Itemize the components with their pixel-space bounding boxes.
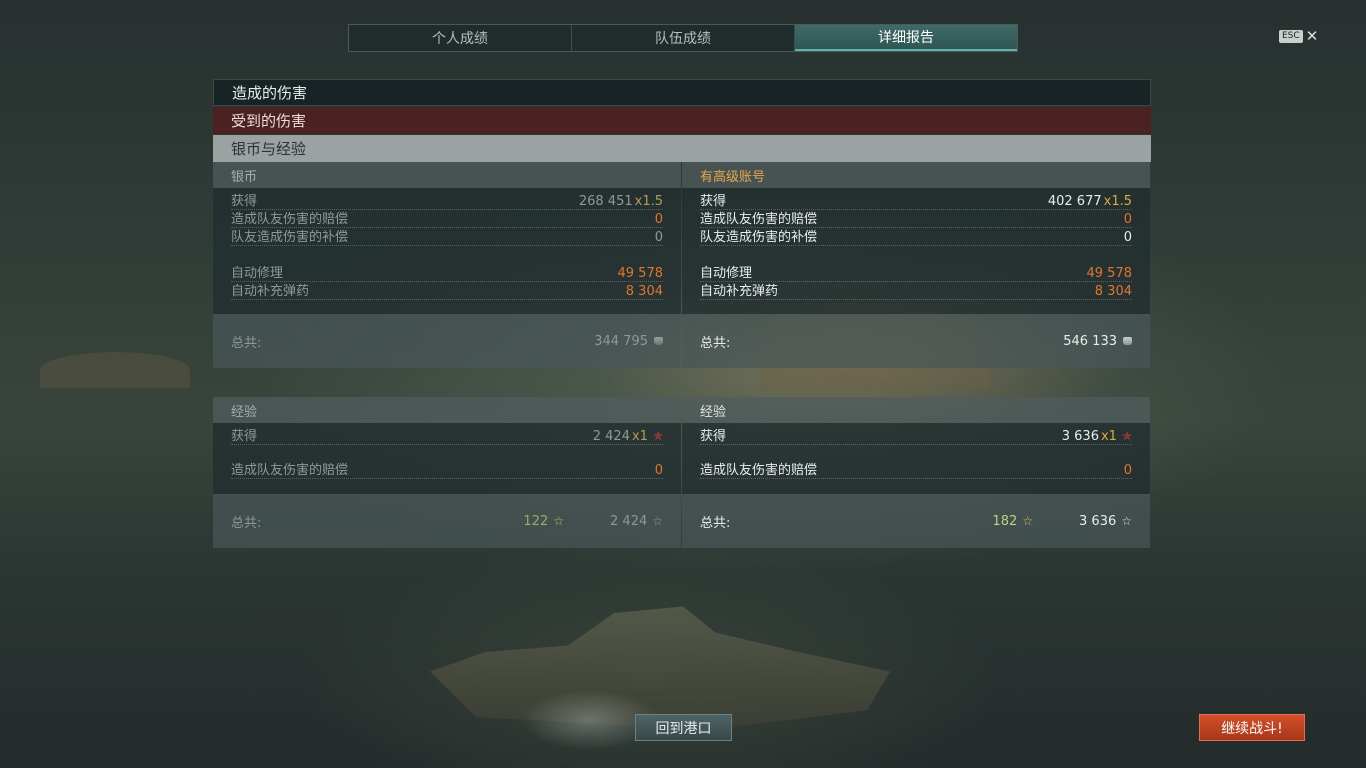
- close-button[interactable]: ESC ✕: [1279, 29, 1318, 44]
- panel-title: 经验: [682, 397, 1150, 423]
- return-to-port-button[interactable]: 回到港口: [635, 714, 732, 741]
- row-value: 3 636 x1 ✯: [1062, 429, 1132, 444]
- team-damage-penalty-row: 造成队友伤害的赔偿 0: [231, 459, 663, 479]
- earned-value: 2 424: [592, 429, 630, 444]
- total-xp-value: 2 424 ☆: [610, 514, 663, 529]
- row-label: 造成队友伤害的赔偿: [231, 463, 349, 478]
- row-label: 自动修理: [700, 266, 753, 281]
- row-value: 2 424 x1 ✯: [593, 429, 663, 444]
- earned-value: 402 677: [1047, 194, 1102, 209]
- panel-body: 获得 268 451 x1.5 造成队友伤害的赔偿 0 队友造成伤害的补偿 0 自…: [213, 188, 681, 314]
- row-label: 造成队友伤害的赔偿: [700, 463, 818, 478]
- xp-bonus-star-icon: ✯: [652, 429, 663, 443]
- row-value: 8 304: [625, 284, 663, 299]
- row-label: 获得: [231, 429, 258, 444]
- credits-standard-panel: 银币 获得 268 451 x1.5 造成队友伤害的赔偿 0 队友造成伤害的补偿 …: [213, 162, 681, 368]
- xp-total-row: 总共: 122 ☆ 2 424 ☆: [213, 494, 681, 548]
- free-xp-number: 182: [992, 513, 1018, 529]
- tab-team-results[interactable]: 队伍成绩: [572, 25, 795, 51]
- continue-battle-button[interactable]: 继续战斗!: [1199, 714, 1305, 741]
- row-label: 获得: [700, 429, 727, 444]
- panel-title: 有高级账号: [682, 162, 1150, 188]
- free-xp-star-icon: ☆: [553, 514, 565, 528]
- total-label: 总共:: [231, 335, 262, 351]
- row-value: 49 578: [617, 266, 664, 281]
- row-value: 8 304: [1094, 284, 1132, 299]
- row-value: 0: [654, 212, 663, 227]
- section-credits-and-xp[interactable]: 银币与经验: [213, 135, 1151, 162]
- multiplier: x1: [631, 429, 648, 444]
- panel-title: 银币: [213, 162, 681, 188]
- total-xp-value: 3 636 ☆: [1079, 514, 1132, 529]
- section-damage-dealt[interactable]: 造成的伤害: [213, 79, 1151, 106]
- row-label: 造成队友伤害的赔偿: [700, 212, 818, 227]
- total-label: 总共:: [231, 515, 262, 531]
- esc-key-badge: ESC: [1279, 30, 1303, 43]
- credits-total-row: 总共: 546 133: [682, 314, 1150, 368]
- multiplier: x1.5: [634, 194, 663, 209]
- total-xp-number: 3 636: [1079, 513, 1117, 529]
- xp-total-row: 总共: 182 ☆ 3 636 ☆: [682, 494, 1150, 548]
- row-label: 自动补充弹药: [700, 284, 779, 299]
- row-value: 402 677 x1.5: [1048, 194, 1132, 209]
- ship-background: [430, 606, 890, 730]
- free-xp-number: 122: [523, 513, 549, 529]
- row-label: 队友造成伤害的补偿: [231, 230, 349, 245]
- row-label: 自动修理: [231, 266, 284, 281]
- row-value: 0: [1123, 230, 1132, 245]
- panel-body: 获得 402 677 x1.5 造成队友伤害的赔偿 0 队友造成伤害的补偿 0 自…: [682, 188, 1150, 314]
- credits-total-value: 546 133: [1063, 333, 1117, 349]
- panel-title: 经验: [213, 397, 681, 423]
- auto-resupply-row: 自动补充弹药 8 304: [700, 282, 1132, 300]
- xp-bonus-star-icon: ✯: [1121, 429, 1132, 443]
- credits-icon: [654, 337, 663, 345]
- total-xp-number: 2 424: [610, 513, 648, 529]
- credits-total-value: 344 795: [594, 333, 648, 349]
- xp-earned-row: 获得 3 636 x1 ✯: [700, 425, 1132, 445]
- xp-star-icon: ☆: [652, 514, 663, 528]
- row-value: 0: [1123, 463, 1132, 478]
- credits-icon: [1123, 337, 1132, 345]
- total-value: 546 133: [1063, 334, 1132, 349]
- total-label: 总共:: [700, 515, 731, 531]
- row-value: 49 578: [1086, 266, 1133, 281]
- earned-value: 268 451: [578, 194, 633, 209]
- row-label: 队友造成伤害的补偿: [700, 230, 818, 245]
- xp-standard-panel: 经验 获得 2 424 x1 ✯ 造成队友伤害的赔偿 0 总共: 122 ☆ 2 42…: [213, 397, 681, 548]
- row-label: 自动补充弹药: [231, 284, 310, 299]
- tab-detailed-report[interactable]: 详细报告: [795, 25, 1017, 51]
- total-value: 344 795: [594, 334, 663, 349]
- row-value: 0: [1123, 212, 1132, 227]
- row-value: 0: [654, 463, 663, 478]
- credits-premium-panel: 有高级账号 获得 402 677 x1.5 造成队友伤害的赔偿 0 队友造成伤害的…: [682, 162, 1150, 368]
- tab-personal-results[interactable]: 个人成绩: [349, 25, 572, 51]
- panel-body: 获得 2 424 x1 ✯ 造成队友伤害的赔偿 0: [213, 423, 681, 494]
- row-label: 获得: [231, 194, 258, 209]
- xp-earned-row: 获得 2 424 x1 ✯: [231, 425, 663, 445]
- team-damage-compensation-row: 队友造成伤害的补偿 0: [700, 228, 1132, 246]
- results-tabs: 个人成绩 队伍成绩 详细报告: [348, 24, 1018, 52]
- free-xp-value: 182 ☆: [992, 514, 1033, 529]
- xp-star-icon: ☆: [1121, 514, 1132, 528]
- row-value: 0: [654, 230, 663, 245]
- multiplier: x1: [1100, 429, 1117, 444]
- xp-premium-panel: 经验 获得 3 636 x1 ✯ 造成队友伤害的赔偿 0 总共: 182 ☆ 3 63…: [682, 397, 1150, 548]
- free-xp-value: 122 ☆: [523, 514, 564, 529]
- close-icon: ✕: [1305, 27, 1319, 45]
- row-value: 268 451 x1.5: [579, 194, 663, 209]
- team-damage-penalty-row: 造成队友伤害的赔偿 0: [700, 459, 1132, 479]
- panel-body: 获得 3 636 x1 ✯ 造成队友伤害的赔偿 0: [682, 423, 1150, 494]
- row-label: 造成队友伤害的赔偿: [231, 212, 349, 227]
- free-xp-star-icon: ☆: [1022, 514, 1034, 528]
- credits-total-row: 总共: 344 795: [213, 314, 681, 368]
- auto-resupply-row: 自动补充弹药 8 304: [231, 282, 663, 300]
- team-damage-compensation-row: 队友造成伤害的补偿 0: [231, 228, 663, 246]
- section-damage-received[interactable]: 受到的伤害: [213, 107, 1151, 134]
- battle-results-screen: 个人成绩 队伍成绩 详细报告 ESC ✕ 造成的伤害 受到的伤害 银币与经验 银…: [0, 0, 1366, 768]
- island-background: [40, 352, 190, 388]
- multiplier: x1.5: [1103, 194, 1132, 209]
- earned-value: 3 636: [1061, 429, 1099, 444]
- total-label: 总共:: [700, 335, 731, 351]
- row-label: 获得: [700, 194, 727, 209]
